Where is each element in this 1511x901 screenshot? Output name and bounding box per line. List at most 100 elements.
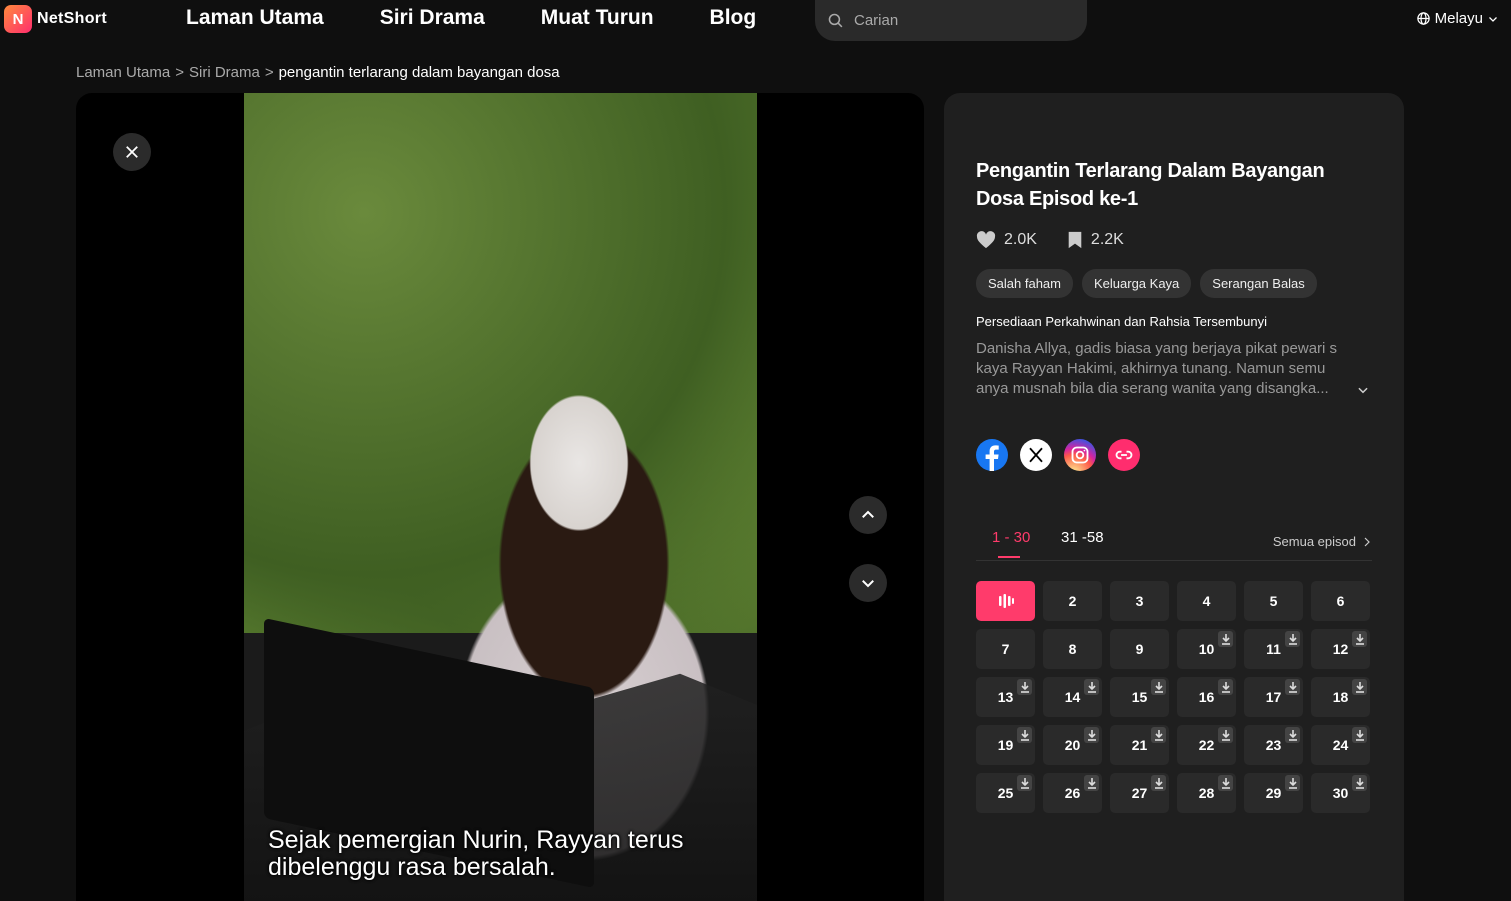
download-icon[interactable] bbox=[1285, 775, 1300, 791]
episode-button[interactable] bbox=[976, 581, 1035, 621]
episode-button[interactable]: 12 bbox=[1311, 629, 1370, 669]
previous-episode-button[interactable] bbox=[849, 496, 887, 534]
episode-button[interactable]: 17 bbox=[1244, 677, 1303, 717]
breadcrumb-home[interactable]: Laman Utama bbox=[76, 64, 170, 81]
breadcrumb-section[interactable]: Siri Drama bbox=[189, 64, 260, 81]
episode-button[interactable]: 11 bbox=[1244, 629, 1303, 669]
episode-button[interactable]: 28 bbox=[1177, 773, 1236, 813]
episode-button[interactable]: 23 bbox=[1244, 725, 1303, 765]
episode-button[interactable]: 19 bbox=[976, 725, 1035, 765]
chevron-down-icon bbox=[1358, 387, 1368, 394]
download-icon[interactable] bbox=[1285, 727, 1300, 743]
episode-button[interactable]: 25 bbox=[976, 773, 1035, 813]
all-episodes-link[interactable]: Semua episod bbox=[1273, 534, 1372, 549]
episode-button[interactable]: 26 bbox=[1043, 773, 1102, 813]
download-icon[interactable] bbox=[1218, 727, 1233, 743]
tag-misunderstanding[interactable]: Salah faham bbox=[976, 269, 1073, 298]
tag-list: Salah faham Keluarga Kaya Serangan Balas bbox=[976, 269, 1317, 298]
download-icon[interactable] bbox=[1218, 631, 1233, 647]
download-icon[interactable] bbox=[1084, 727, 1099, 743]
download-icon[interactable] bbox=[1017, 679, 1032, 695]
episode-button[interactable]: 16 bbox=[1177, 677, 1236, 717]
chevron-right-icon bbox=[1364, 537, 1370, 546]
download-icon[interactable] bbox=[1285, 679, 1300, 695]
nav-home[interactable]: Laman Utama bbox=[186, 6, 324, 30]
episode-button[interactable]: 6 bbox=[1311, 581, 1370, 621]
close-button[interactable] bbox=[113, 133, 151, 171]
episode-button[interactable]: 5 bbox=[1244, 581, 1303, 621]
download-icon[interactable] bbox=[1084, 775, 1099, 791]
download-icon[interactable] bbox=[1352, 775, 1367, 791]
episode-button[interactable]: 22 bbox=[1177, 725, 1236, 765]
download-icon[interactable] bbox=[1285, 631, 1300, 647]
episode-number: 14 bbox=[1064, 689, 1081, 705]
like-stat[interactable]: 2.0K bbox=[976, 231, 1037, 249]
episode-number: 16 bbox=[1198, 689, 1215, 705]
synopsis-text: Danisha Allya, gadis biasa yang berjaya … bbox=[976, 340, 1338, 397]
like-count: 2.0K bbox=[1004, 231, 1037, 248]
episode-button[interactable]: 27 bbox=[1110, 773, 1169, 813]
episode-grid: 2 3 4 5 6 7 8 9 10 11 12 13 14 15 16 17 18 19 20 21 22 23 24 25… bbox=[976, 581, 1370, 813]
episode-button[interactable]: 9 bbox=[1110, 629, 1169, 669]
episode-button[interactable]: 10 bbox=[1177, 629, 1236, 669]
episode-button[interactable]: 18 bbox=[1311, 677, 1370, 717]
download-icon[interactable] bbox=[1017, 727, 1032, 743]
tag-revenge[interactable]: Serangan Balas bbox=[1200, 269, 1317, 298]
episode-button[interactable]: 29 bbox=[1244, 773, 1303, 813]
language-selector[interactable]: Melayu bbox=[1416, 10, 1499, 27]
copy-link-button[interactable] bbox=[1108, 439, 1140, 471]
download-icon[interactable] bbox=[1352, 679, 1367, 695]
netshort-logo-icon: N bbox=[4, 5, 32, 33]
video-subtitle: Sejak pemergian Nurin, Rayyan terus dibe… bbox=[268, 826, 684, 881]
download-icon[interactable] bbox=[1151, 775, 1166, 791]
instagram-icon bbox=[1071, 446, 1089, 464]
video-frame[interactable]: Sejak pemergian Nurin, Rayyan terus dibe… bbox=[244, 93, 757, 901]
video-player[interactable]: Sejak pemergian Nurin, Rayyan terus dibe… bbox=[76, 93, 924, 901]
next-episode-button[interactable] bbox=[849, 564, 887, 602]
episode-button[interactable]: 14 bbox=[1043, 677, 1102, 717]
download-icon[interactable] bbox=[1017, 775, 1032, 791]
bookmark-stat[interactable]: 2.2K bbox=[1067, 231, 1124, 249]
download-icon[interactable] bbox=[1151, 679, 1166, 695]
download-icon[interactable] bbox=[1218, 679, 1233, 695]
episode-number: 11 bbox=[1266, 641, 1281, 657]
episode-button[interactable]: 24 bbox=[1311, 725, 1370, 765]
tab-episodes-31-58[interactable]: 31 -58 bbox=[1061, 529, 1104, 546]
episode-button[interactable]: 30 bbox=[1311, 773, 1370, 813]
netshort-logo[interactable]: N NetShort bbox=[4, 5, 107, 33]
episode-button[interactable]: 8 bbox=[1043, 629, 1102, 669]
tag-rich-family[interactable]: Keluarga Kaya bbox=[1082, 269, 1192, 298]
breadcrumb-current: pengantin terlarang dalam bayangan dosa bbox=[278, 64, 560, 81]
share-x-button[interactable] bbox=[1020, 439, 1052, 471]
expand-synopsis-button[interactable] bbox=[1356, 383, 1370, 402]
episode-number: 3 bbox=[1135, 593, 1144, 609]
search-input[interactable] bbox=[854, 12, 1054, 29]
chevron-down-icon bbox=[1489, 16, 1497, 22]
episode-button[interactable]: 4 bbox=[1177, 581, 1236, 621]
playing-bars-icon bbox=[998, 594, 1014, 608]
episode-number: 4 bbox=[1202, 593, 1211, 609]
episode-button[interactable]: 20 bbox=[1043, 725, 1102, 765]
share-facebook-button[interactable] bbox=[976, 439, 1008, 471]
download-icon[interactable] bbox=[1151, 727, 1166, 743]
episode-button[interactable]: 13 bbox=[976, 677, 1035, 717]
episode-button[interactable]: 2 bbox=[1043, 581, 1102, 621]
download-icon[interactable] bbox=[1352, 631, 1367, 647]
episode-button[interactable]: 3 bbox=[1110, 581, 1169, 621]
download-icon[interactable] bbox=[1084, 679, 1099, 695]
episode-title: Pengantin Terlarang Dalam Bayangan Dosa … bbox=[976, 160, 1325, 210]
download-icon[interactable] bbox=[1352, 727, 1367, 743]
episode-number: 8 bbox=[1068, 641, 1077, 657]
episode-number: 21 bbox=[1131, 737, 1148, 753]
episode-button[interactable]: 15 bbox=[1110, 677, 1169, 717]
nav-download[interactable]: Muat Turun bbox=[541, 6, 654, 30]
tab-episodes-1-30[interactable]: 1 - 30 bbox=[992, 529, 1030, 558]
episode-button[interactable]: 7 bbox=[976, 629, 1035, 669]
nav-drama-series[interactable]: Siri Drama bbox=[380, 6, 485, 30]
close-icon bbox=[126, 146, 138, 158]
episode-button[interactable]: 21 bbox=[1110, 725, 1169, 765]
synopsis-heading: Persediaan Perkahwinan dan Rahsia Tersem… bbox=[976, 314, 1267, 329]
nav-blog[interactable]: Blog bbox=[710, 6, 757, 30]
download-icon[interactable] bbox=[1218, 775, 1233, 791]
share-instagram-button[interactable] bbox=[1064, 439, 1096, 471]
